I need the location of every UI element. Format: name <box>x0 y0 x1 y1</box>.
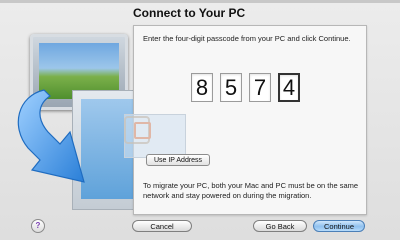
window-top-edge <box>0 0 400 3</box>
help-button[interactable]: ? <box>31 219 45 233</box>
use-ip-address-button[interactable]: Use IP Address <box>146 154 210 166</box>
passcode-digits: 8 5 7 4 <box>191 73 300 102</box>
passcode-panel: Enter the four-digit passcode from your … <box>124 25 367 215</box>
page-title: Connect to Your PC <box>133 6 246 20</box>
transfer-arrow-icon <box>17 89 85 183</box>
migration-logo-watermark <box>124 116 151 144</box>
mac-to-pc-illustration <box>0 28 137 223</box>
cancel-button[interactable]: Cancel <box>132 220 192 232</box>
migration-note-text: To migrate your PC, both your Mac and PC… <box>143 181 359 200</box>
passcode-digit-1: 8 <box>191 73 213 102</box>
passcode-digit-4: 4 <box>278 73 300 102</box>
go-back-button[interactable]: Go Back <box>253 220 307 232</box>
passcode-digit-2: 5 <box>220 73 242 102</box>
migration-assistant-window: Connect to Your PC Enter the four-digit … <box>0 0 400 240</box>
instruction-text: Enter the four-digit passcode from your … <box>143 34 351 43</box>
passcode-digit-3: 7 <box>249 73 271 102</box>
continue-button[interactable]: Continue <box>313 220 365 232</box>
